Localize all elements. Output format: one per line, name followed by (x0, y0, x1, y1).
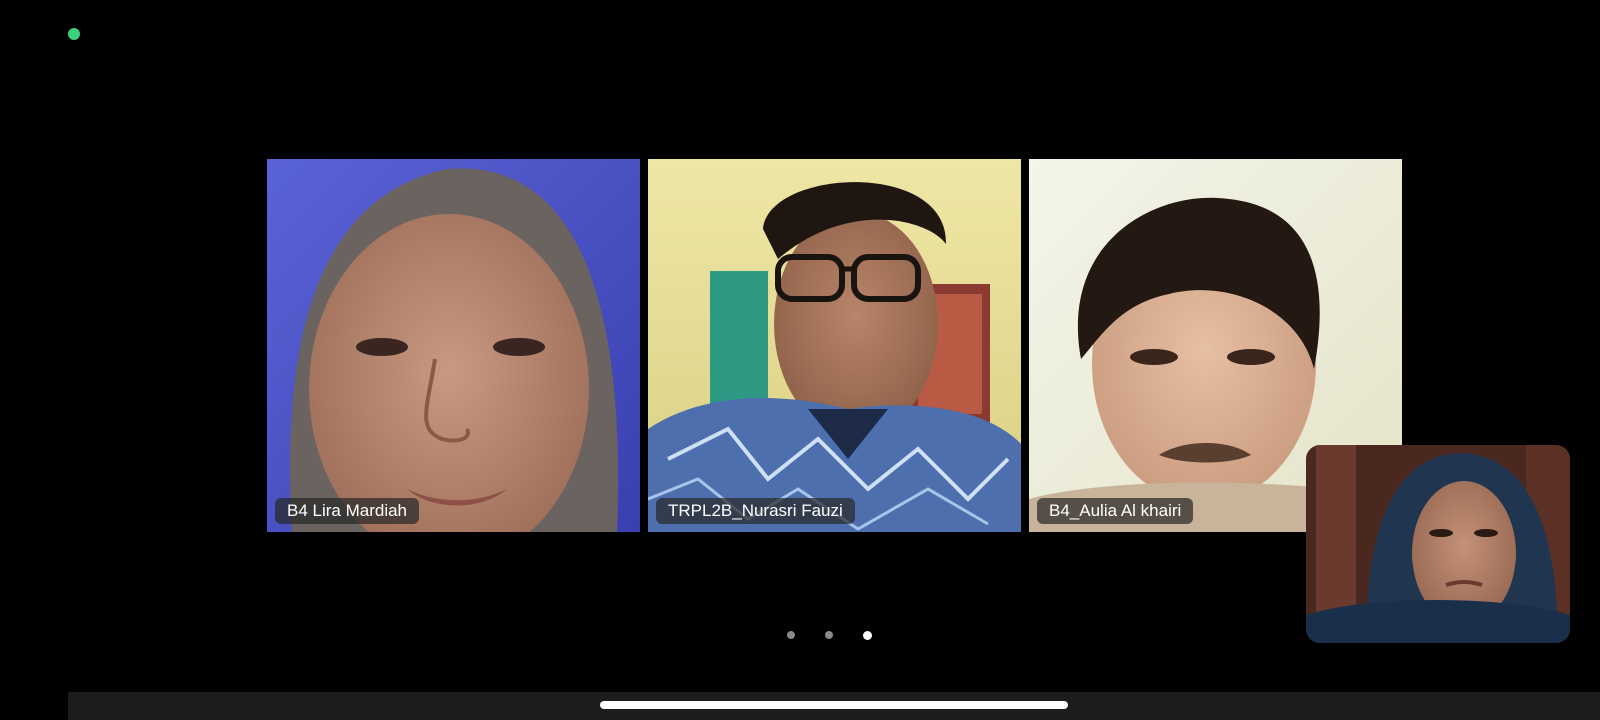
participant-video-feed (648, 159, 1021, 532)
participant-name-tag: TRPL2B_Nurasri Fauzi (656, 498, 855, 524)
page-dot-3-active[interactable] (863, 630, 872, 640)
participant-video-tile[interactable]: B4 Lira Mardiah (267, 159, 640, 532)
self-video-feed (1306, 445, 1570, 643)
self-view-video[interactable] (1306, 445, 1570, 643)
participant-name-tag: B4 Lira Mardiah (275, 498, 420, 524)
page-dot-2[interactable] (825, 631, 833, 639)
page-indicator (787, 630, 872, 640)
participant-name-tag: B4_Aulia Al khairi (1037, 498, 1194, 524)
participant-video-tile[interactable]: TRPL2B_Nurasri Fauzi (648, 159, 1021, 532)
participant-video-feed (267, 159, 640, 532)
page-dot-1[interactable] (787, 631, 795, 639)
camera-active-indicator (68, 28, 80, 40)
meeting-screen: B4 Lira Mardiah TRPL2B_Nurasri Fauzi B4_… (0, 0, 1600, 720)
home-indicator[interactable] (600, 701, 1068, 709)
